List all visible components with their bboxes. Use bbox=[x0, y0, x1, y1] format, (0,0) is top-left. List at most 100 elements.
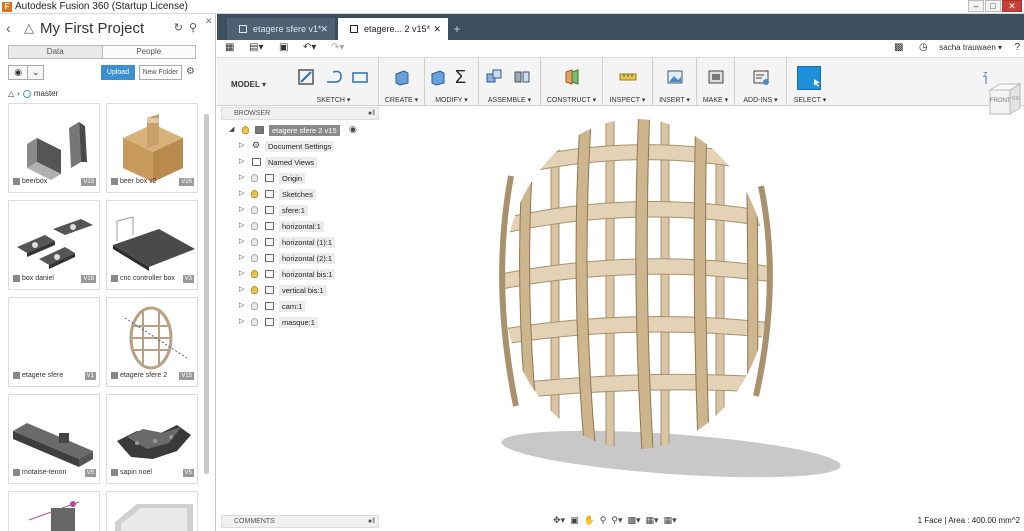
gear-icon[interactable]: ⚙ bbox=[186, 66, 195, 77]
undo-icon[interactable]: ↶▾ bbox=[303, 42, 316, 53]
create-group[interactable]: CREATE ▾ bbox=[379, 58, 425, 106]
visibility-bulb-icon[interactable] bbox=[251, 318, 258, 326]
browser-node[interactable]: ▷ Origin bbox=[221, 172, 381, 185]
document-tab[interactable]: etagere sfere v1* ✕ bbox=[227, 18, 335, 40]
fit-icon[interactable]: ⚲▾ bbox=[611, 515, 622, 526]
redo-icon[interactable]: ↷▾ bbox=[331, 42, 344, 53]
modify-menu[interactable]: MODIFY ▾ bbox=[425, 96, 478, 104]
browser-node[interactable]: ▷ horizontal (2):1 bbox=[221, 252, 381, 265]
modify-group[interactable]: Σ MODIFY ▾ bbox=[425, 58, 479, 106]
zoom-icon[interactable]: ⚲ bbox=[600, 515, 607, 526]
activate-radio-icon[interactable]: ◉ bbox=[349, 124, 357, 135]
design-card[interactable]: motaise-tenon V5 bbox=[8, 394, 100, 484]
expand-triangle-icon[interactable]: ▷ bbox=[239, 269, 244, 277]
close-panel-icon[interactable]: ✕ bbox=[205, 16, 213, 27]
comments-options-icon[interactable]: ●‖ bbox=[368, 516, 375, 527]
maximize-button[interactable]: □ bbox=[985, 0, 1001, 12]
pan-icon[interactable]: ✋ bbox=[584, 515, 595, 526]
design-card[interactable]: etagere sfere V1 bbox=[8, 297, 100, 387]
make-menu[interactable]: MAKE ▾ bbox=[697, 96, 734, 104]
create-menu[interactable]: CREATE ▾ bbox=[379, 96, 424, 104]
chat-icon[interactable]: ▩ bbox=[894, 42, 903, 53]
expand-triangle-icon[interactable]: ▷ bbox=[239, 301, 244, 309]
construct-group[interactable]: CONSTRUCT ▾ bbox=[541, 58, 603, 106]
design-card[interactable] bbox=[106, 491, 198, 531]
browser-options-icon[interactable]: ●‖ bbox=[368, 108, 375, 119]
close-tab-icon[interactable]: ✕ bbox=[320, 18, 328, 40]
new-folder-button[interactable]: New Folder bbox=[139, 65, 182, 80]
design-card[interactable]: beer box v2 V26 bbox=[106, 103, 198, 193]
expand-triangle-icon[interactable]: ▷ bbox=[239, 173, 244, 181]
browser-node[interactable]: ▷ sfere:1 bbox=[221, 204, 381, 217]
orbit-icon[interactable]: ✥▾ bbox=[553, 515, 565, 526]
minimize-button[interactable]: – bbox=[968, 0, 984, 12]
grid-settings-icon[interactable]: ▦▾ bbox=[646, 515, 659, 526]
save-icon[interactable]: ▣ bbox=[279, 42, 288, 53]
insert-group[interactable]: INSERT ▾ bbox=[653, 58, 697, 106]
browser-node[interactable]: ▷ Sketches bbox=[221, 188, 381, 201]
expand-triangle-icon[interactable]: ▷ bbox=[239, 253, 244, 261]
sketch-menu[interactable]: SKETCH ▾ bbox=[289, 96, 378, 104]
grid-menu-icon[interactable]: ▦ bbox=[225, 42, 234, 53]
refresh-icon[interactable]: ↻ bbox=[174, 21, 183, 34]
expand-triangle-icon[interactable]: ▷ bbox=[239, 141, 244, 149]
inspect-group[interactable]: INSPECT ▾ bbox=[603, 58, 653, 106]
close-window-button[interactable]: ✕ bbox=[1002, 0, 1022, 12]
assemble-menu[interactable]: ASSEMBLE ▾ bbox=[479, 96, 540, 104]
sketch-group[interactable]: SKETCH ▾ bbox=[289, 58, 379, 106]
expand-triangle-icon[interactable]: ▷ bbox=[239, 237, 244, 245]
look-at-icon[interactable]: ▣ bbox=[570, 515, 579, 526]
browser-node[interactable]: ▷ cam:1 bbox=[221, 300, 381, 313]
addins-group[interactable]: ADD-INS ▾ bbox=[735, 58, 787, 106]
assemble-group[interactable]: ASSEMBLE ▾ bbox=[479, 58, 541, 106]
canvas-viewport[interactable] bbox=[381, 106, 1024, 514]
design-card[interactable]: cnc controller box V3 bbox=[106, 200, 198, 290]
browser-root-node[interactable]: ◢ etagere sfere 2 v15 ◉ bbox=[221, 124, 381, 137]
insert-menu[interactable]: INSERT ▾ bbox=[653, 96, 696, 104]
visibility-bulb-icon[interactable] bbox=[251, 174, 258, 182]
expand-triangle-icon[interactable]: ▷ bbox=[239, 285, 244, 293]
design-card[interactable]: box daniel V16 bbox=[8, 200, 100, 290]
visibility-bulb-icon[interactable] bbox=[242, 126, 249, 134]
data-panel-scrollbar[interactable] bbox=[204, 114, 209, 474]
expand-triangle-icon[interactable]: ▷ bbox=[239, 221, 244, 229]
help-icon[interactable]: ? bbox=[1014, 42, 1020, 53]
branch-selector[interactable]: △ › master bbox=[8, 89, 58, 98]
browser-node[interactable]: ▷ horizontal:1 bbox=[221, 220, 381, 233]
browser-node[interactable]: ▷ Named Views bbox=[221, 156, 381, 169]
expand-triangle-icon[interactable]: ▷ bbox=[239, 157, 244, 165]
visibility-bulb-icon[interactable] bbox=[251, 302, 258, 310]
search-icon[interactable]: ⚲ bbox=[189, 21, 197, 34]
select-menu[interactable]: SELECT ▾ bbox=[787, 96, 833, 104]
addins-menu[interactable]: ADD-INS ▾ bbox=[735, 96, 786, 104]
collapse-triangle-icon[interactable]: ◢ bbox=[229, 125, 234, 133]
viewports-icon[interactable]: ▦▾ bbox=[664, 515, 677, 526]
visibility-bulb-icon[interactable] bbox=[251, 286, 258, 294]
design-card[interactable] bbox=[8, 491, 100, 531]
expand-triangle-icon[interactable]: ▷ bbox=[239, 317, 244, 325]
select-group[interactable]: SELECT ▾ bbox=[787, 58, 833, 106]
visibility-bulb-icon[interactable] bbox=[251, 190, 258, 198]
file-menu-icon[interactable]: ▤▾ bbox=[249, 42, 263, 53]
inspect-menu[interactable]: INSPECT ▾ bbox=[603, 96, 652, 104]
browser-node[interactable]: ▷ horizontal bis:1 bbox=[221, 268, 381, 281]
browser-node[interactable]: ▷ masque:1 bbox=[221, 316, 381, 329]
browser-node[interactable]: ▷ ⚙ Document Settings bbox=[221, 140, 381, 153]
display-settings-icon[interactable]: ▩▾ bbox=[628, 515, 641, 526]
comments-panel[interactable]: COMMENTS ●‖ bbox=[221, 515, 379, 528]
visibility-bulb-icon[interactable] bbox=[251, 270, 258, 278]
visibility-dropdown[interactable]: ◉ ⌄ bbox=[8, 65, 44, 80]
close-tab-icon[interactable]: ✕ bbox=[433, 18, 441, 40]
visibility-bulb-icon[interactable] bbox=[251, 254, 258, 262]
browser-node[interactable]: ▷ horizontal (1):1 bbox=[221, 236, 381, 249]
expand-triangle-icon[interactable]: ▷ bbox=[239, 205, 244, 213]
expand-triangle-icon[interactable]: ▷ bbox=[239, 189, 244, 197]
design-card[interactable]: beerbox V13 bbox=[8, 103, 100, 193]
new-tab-button[interactable]: + bbox=[449, 18, 465, 40]
tab-data[interactable]: Data bbox=[9, 46, 103, 58]
visibility-bulb-icon[interactable] bbox=[251, 222, 258, 230]
make-group[interactable]: MAKE ▾ bbox=[697, 58, 735, 106]
design-card[interactable]: sapin noel V5 bbox=[106, 394, 198, 484]
clock-icon[interactable]: ◷ bbox=[919, 42, 928, 53]
workspace-selector[interactable]: MODEL ▾ bbox=[231, 80, 266, 89]
